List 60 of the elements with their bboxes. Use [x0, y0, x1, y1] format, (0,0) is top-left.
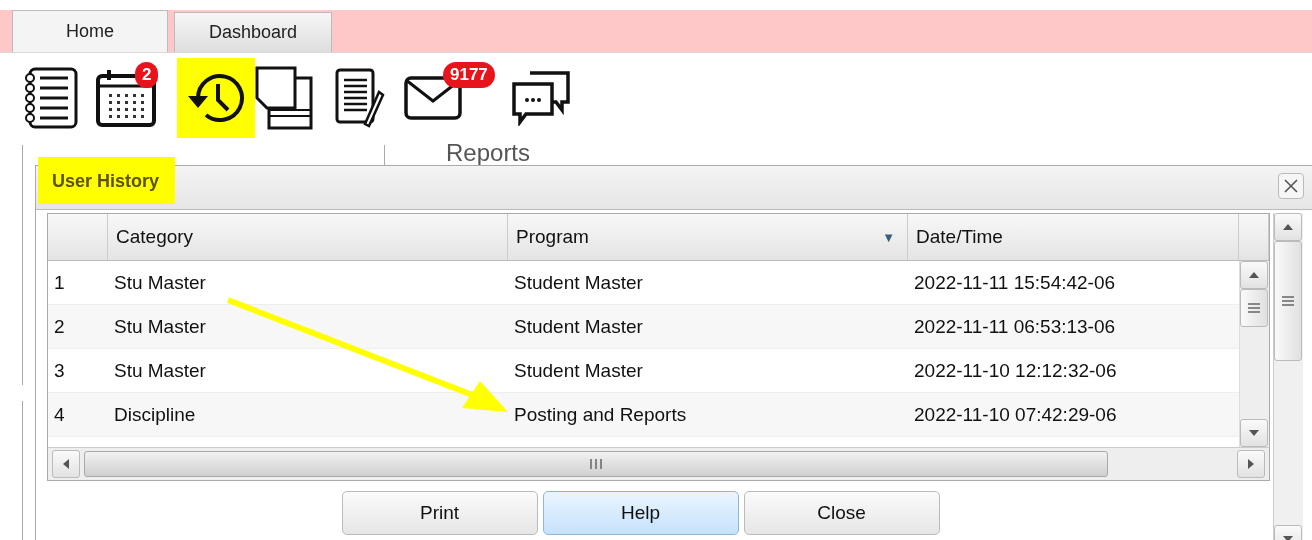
dialog-title: User History	[38, 157, 176, 204]
column-label: Category	[116, 226, 194, 248]
dialog-button[interactable]: Print	[341, 491, 538, 535]
column-header[interactable]: Date/Time	[908, 214, 1239, 260]
row-number: 1	[53, 270, 66, 295]
count-badge: 2	[135, 62, 159, 88]
dialog-button[interactable]: Close	[743, 491, 940, 535]
table-cell-text: Student Master	[513, 270, 644, 295]
close-button[interactable]	[1278, 173, 1304, 199]
close-icon	[1283, 178, 1299, 194]
right-arrow-icon	[1248, 459, 1254, 469]
notebook-icon	[22, 66, 80, 130]
scroll-thumb[interactable]	[1274, 241, 1302, 361]
up-arrow-icon	[1283, 224, 1293, 230]
table-cell-text: Posting and Reports	[513, 402, 688, 427]
sort-icon[interactable]: ▼	[882, 229, 895, 245]
tab[interactable]: Dashboard	[174, 12, 332, 52]
grip-icon	[590, 459, 602, 469]
toolbar-button[interactable]: 9177	[403, 58, 510, 138]
scroll-right-button[interactable]	[1237, 450, 1265, 478]
count-badge: 9177	[443, 62, 495, 88]
vertical-scrollbar[interactable]	[1273, 213, 1303, 540]
toolbar-button[interactable]	[177, 58, 255, 138]
column-header[interactable]: Category	[108, 214, 508, 260]
column-header[interactable]: Program ▼	[508, 214, 908, 260]
up-arrow-icon	[1249, 272, 1259, 278]
table-cell-text: Stu Master	[113, 358, 207, 383]
column-label: Date/Time	[916, 226, 1003, 248]
row-number: 3	[53, 358, 66, 383]
table-cell-text: 2022-11-10 07:42:29-06	[913, 402, 1118, 427]
table-cell-text: Stu Master	[113, 270, 207, 295]
table-cell-text: Student Master	[513, 358, 644, 383]
horizontal-scrollbar[interactable]	[48, 447, 1269, 480]
grip-icon	[1282, 296, 1294, 306]
calendar-icon	[95, 68, 157, 128]
scroll-up-button[interactable]	[1240, 261, 1268, 289]
dialog-button[interactable]: Help	[542, 491, 739, 535]
column-label: Program	[516, 226, 589, 248]
table-cell-text: 2022-11-11 06:53:13-06	[913, 314, 1117, 339]
pages-icon	[255, 66, 313, 130]
left-arrow-icon	[63, 459, 69, 469]
table-cell-text: 2022-11-11 15:54:42-06	[913, 270, 1117, 295]
grip-icon	[1248, 303, 1260, 313]
row-number: 2	[53, 314, 66, 339]
table-cell-text: Discipline	[113, 402, 197, 427]
scroll-thumb[interactable]	[84, 451, 1108, 477]
row-number: 4	[53, 402, 66, 427]
scroll-left-button[interactable]	[52, 450, 80, 478]
scroll-up-button[interactable]	[1274, 213, 1302, 241]
scroll-thumb[interactable]	[1240, 289, 1268, 327]
scroll-down-button[interactable]	[1240, 419, 1268, 447]
down-arrow-icon	[1249, 430, 1259, 436]
vertical-scrollbar[interactable]	[1239, 261, 1269, 447]
table-cell-text: Student Master	[513, 314, 644, 339]
table-cell-text: Stu Master	[113, 314, 207, 339]
chat-bubbles-icon	[510, 70, 572, 126]
tab[interactable]: Home	[12, 10, 168, 52]
section-heading: Reports	[446, 139, 531, 167]
table-cell-text: 2022-11-10 12:12:32-06	[913, 358, 1118, 383]
toolbar-button[interactable]: 2	[95, 58, 177, 138]
